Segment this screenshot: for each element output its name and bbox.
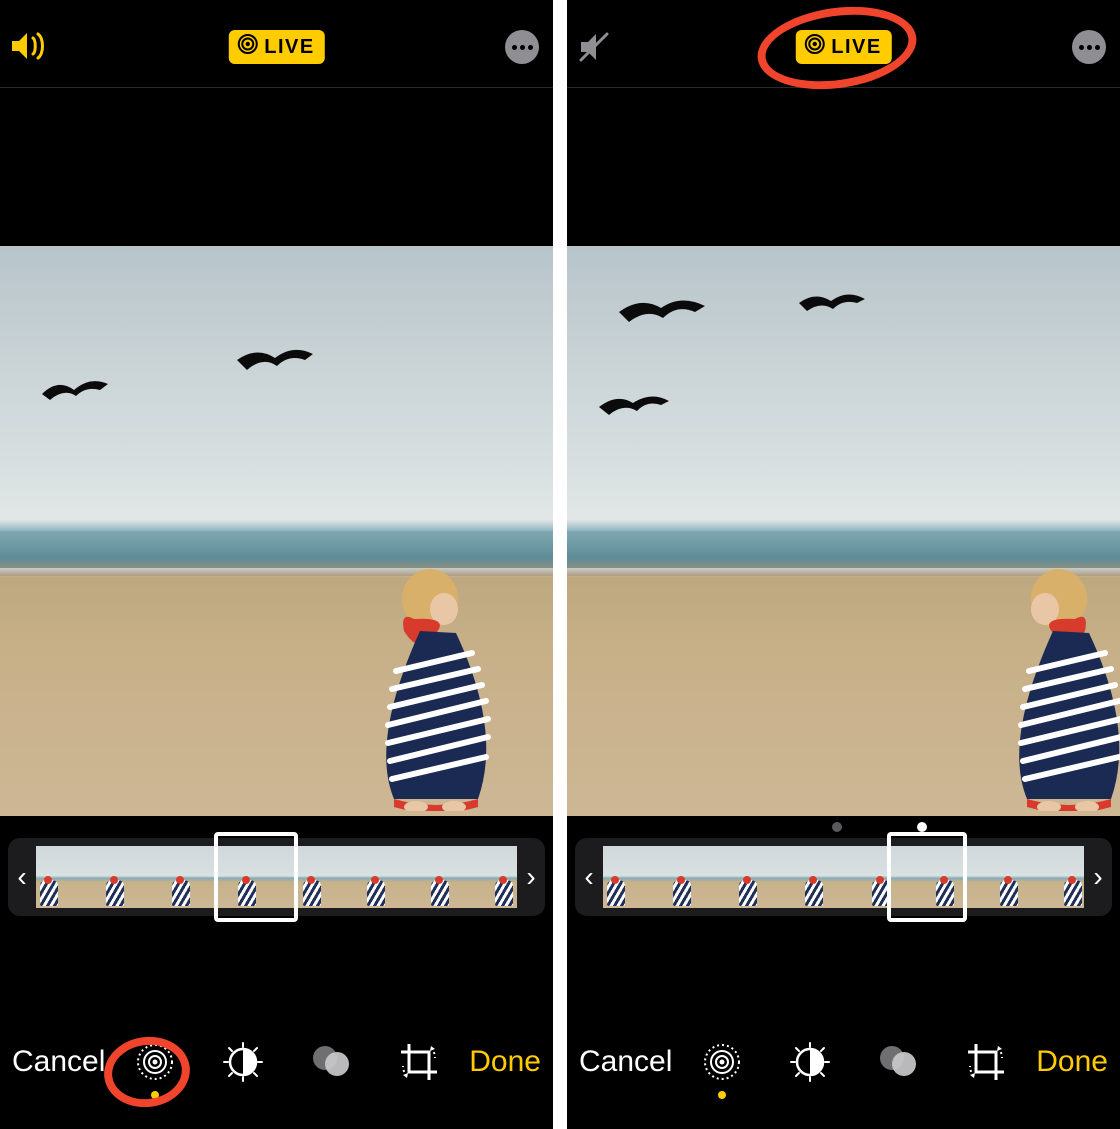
photo-preview[interactable] [0, 246, 553, 816]
chevron-left-icon[interactable]: ‹ [8, 861, 36, 893]
chevron-right-icon[interactable]: › [1084, 861, 1112, 893]
bird-icon [617, 296, 707, 330]
adjust-tool[interactable] [220, 1039, 266, 1085]
editor-topbar: LIVE [567, 0, 1120, 88]
keyframe-dot-active [917, 822, 927, 832]
keyframe-dots [567, 822, 1120, 834]
filmstrip-frame[interactable] [663, 846, 723, 908]
crop-tool[interactable] [963, 1039, 1009, 1085]
filmstrip-frame[interactable] [783, 846, 843, 908]
chevron-right-icon[interactable]: › [517, 861, 545, 893]
sound-muted-icon[interactable] [577, 30, 613, 69]
active-tool-dot [151, 1091, 159, 1099]
filmstrip-frame[interactable] [603, 846, 663, 908]
adjust-tool[interactable] [787, 1039, 833, 1085]
filmstrip-frame[interactable] [96, 846, 156, 908]
live-photo-icon [803, 33, 825, 61]
crop-tool[interactable] [396, 1039, 442, 1085]
filters-tool[interactable] [875, 1039, 921, 1085]
filmstrip-frame[interactable] [277, 846, 337, 908]
filmstrip-frame[interactable] [337, 846, 397, 908]
filmstrip-frame[interactable] [216, 846, 276, 908]
editor-toolbar: Cancel Done [0, 1019, 553, 1129]
active-tool-dot [718, 1091, 726, 1099]
cancel-button[interactable]: Cancel [579, 1045, 672, 1079]
cancel-button[interactable]: Cancel [12, 1045, 105, 1079]
keyframe-dot [832, 822, 842, 832]
live-photo-filmstrip[interactable]: ‹ › [8, 838, 545, 916]
filmstrip-frame[interactable] [156, 846, 216, 908]
filmstrip-frame[interactable] [397, 846, 457, 908]
editor-toolbar: Cancel Done [567, 1019, 1120, 1129]
bird-icon [597, 391, 672, 421]
child-figure [360, 561, 510, 816]
phone-left: LIVE [0, 0, 553, 1129]
more-button[interactable] [505, 30, 539, 64]
live-badge-label: LIVE [264, 36, 314, 59]
filmstrip-frame[interactable] [964, 846, 1024, 908]
filmstrip-frame[interactable] [844, 846, 904, 908]
live-badge[interactable]: LIVE [795, 30, 891, 64]
bird-icon [40, 376, 110, 406]
photo-preview[interactable] [567, 246, 1120, 816]
filmstrip-frame[interactable] [36, 846, 96, 908]
live-badge-label: LIVE [831, 36, 881, 59]
done-button[interactable]: Done [469, 1045, 541, 1079]
bird-icon [797, 291, 867, 319]
live-photo-tool[interactable] [699, 1039, 745, 1085]
chevron-left-icon[interactable]: ‹ [575, 861, 603, 893]
more-button[interactable] [1072, 30, 1106, 64]
filmstrip-frame[interactable] [904, 846, 964, 908]
filmstrip-frame[interactable] [723, 846, 783, 908]
filters-tool[interactable] [308, 1039, 354, 1085]
bird-icon [235, 346, 315, 378]
filmstrip-frame[interactable] [1024, 846, 1084, 908]
sound-on-icon[interactable] [10, 30, 50, 67]
live-badge[interactable]: LIVE [228, 30, 324, 64]
live-photo-icon [236, 33, 258, 61]
phone-right: LIVE [567, 0, 1120, 1129]
filmstrip-frame[interactable] [457, 846, 517, 908]
child-figure [997, 561, 1120, 816]
live-photo-tool[interactable] [132, 1039, 178, 1085]
editor-topbar: LIVE [0, 0, 553, 88]
done-button[interactable]: Done [1036, 1045, 1108, 1079]
live-photo-filmstrip[interactable]: ‹ › [575, 838, 1112, 916]
